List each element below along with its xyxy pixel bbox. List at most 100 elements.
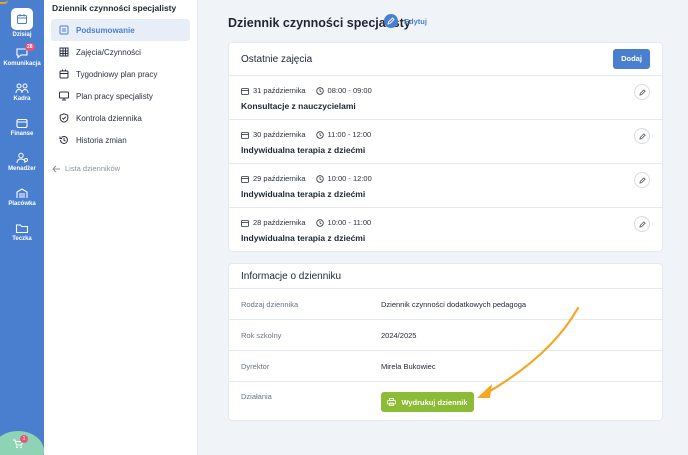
session-date: 30 października — [253, 130, 306, 139]
monitor-icon — [59, 91, 69, 101]
pencil-icon — [638, 132, 646, 140]
calendar-icon — [17, 14, 27, 24]
summary-icon — [59, 25, 69, 35]
session-date: 29 października — [253, 174, 306, 183]
rail-item-finanse[interactable]: Finanse — [0, 117, 44, 137]
corner-accent — [0, 0, 8, 4]
rail-item-kadra[interactable]: Kadra — [0, 82, 44, 102]
info-label: Rodzaj dziennika — [241, 300, 299, 309]
card-title: Informacje o dzienniku — [241, 271, 342, 282]
session-title: Indywidualna terapia z dziećmi — [241, 189, 366, 199]
info-row: Rodzaj dziennika Dziennik czynności doda… — [229, 289, 662, 320]
shield-check-icon — [59, 113, 69, 123]
printer-icon — [387, 398, 397, 406]
edit-session-button[interactable] — [634, 128, 650, 144]
pencil-icon — [387, 17, 395, 25]
building-icon — [16, 188, 28, 198]
session-item[interactable]: 31 października 08:00 - 09:00 Konsultacj… — [229, 76, 662, 120]
edit-icon-circle — [384, 14, 398, 28]
sidebar-item-tygodniowy-plan[interactable]: Tygodniowy plan pracy — [51, 63, 190, 85]
calendar-icon — [241, 87, 249, 95]
sidebar-item-label: Plan pracy specjalisty — [76, 91, 153, 101]
info-value: Dziennik czynności dodatkowych pedagoga — [381, 300, 527, 309]
calendar-icon — [241, 219, 249, 227]
sidebar-item-kontrola[interactable]: Kontrola dziennika — [51, 107, 190, 129]
add-button[interactable]: Dodaj — [613, 49, 650, 69]
session-title: Konsultacje z nauczycielami — [241, 101, 356, 111]
session-meta: 31 października 08:00 - 09:00 — [241, 86, 372, 95]
rail-label: Dzisiaj — [12, 32, 32, 38]
session-item[interactable]: 28 października 10:00 - 11:00 Indywidual… — [229, 208, 662, 252]
rail-label: Finanse — [10, 131, 34, 137]
edit-button[interactable]: Edytuj — [384, 14, 427, 28]
info-label: Rok szkolny — [241, 331, 282, 340]
info-label: Działania — [241, 392, 272, 401]
card-title: Ostatnie zajęcia — [241, 54, 313, 65]
edit-label: Edytuj — [404, 16, 427, 26]
cart-badge: 1 — [20, 435, 28, 443]
session-date: 28 października — [253, 218, 306, 227]
manager-icon — [16, 152, 28, 164]
sidebar-item-label: Zajęcia/Czynności — [76, 47, 141, 57]
pencil-icon — [638, 220, 646, 228]
print-journal-button[interactable]: Wydrukuj dziennik — [381, 392, 474, 412]
info-value: Mirela Bukowiec — [381, 362, 436, 371]
calendar-icon — [59, 69, 69, 79]
pencil-icon — [638, 88, 646, 96]
session-meta: 28 października 10:00 - 11:00 — [241, 218, 371, 227]
main-content: Dziennik czynności specjalisty Edytuj Os… — [198, 0, 688, 455]
edit-session-button[interactable] — [634, 84, 650, 100]
rail-item-menadzer[interactable]: Menadżer — [0, 152, 44, 172]
card-header: Ostatnie zajęcia Dodaj — [229, 43, 662, 76]
folder-icon — [15, 224, 29, 234]
session-title: Indywidualna terapia z dziećmi — [241, 233, 366, 243]
rail-item-komunikacja[interactable]: 28 Komunikacja — [0, 43, 44, 67]
edit-session-button[interactable] — [634, 172, 650, 188]
session-item[interactable]: 29 października 10:00 - 12:00 Indywidual… — [229, 164, 662, 208]
info-label: Dyrektor — [241, 362, 270, 371]
pencil-icon — [638, 176, 646, 184]
sidebar-item-zajecia[interactable]: Zajęcia/Czynności — [51, 41, 190, 63]
sidebar-item-label: Historia zmian — [76, 135, 127, 145]
back-arrow-icon — [52, 165, 60, 172]
session-date: 31 października — [253, 86, 306, 95]
rail-item-placowka[interactable]: Placówka — [0, 187, 44, 207]
card-header: Informacje o dzienniku — [229, 264, 662, 289]
clock-icon — [315, 86, 324, 95]
session-time: 10:00 - 11:00 — [327, 218, 372, 227]
sidebar-item-historia[interactable]: Historia zmian — [51, 129, 190, 151]
session-item[interactable]: 30 października 11:00 - 12:00 Indywidual… — [229, 120, 662, 164]
info-value: 2024/2025 — [381, 331, 417, 340]
print-label: Wydrukuj dziennik — [401, 397, 468, 407]
calendar-icon — [241, 175, 249, 183]
rail-label: Menadżer — [8, 166, 36, 172]
info-row: Dyrektor Mirela Bukowiec — [229, 351, 662, 382]
journal-sidebar: Dziennik czynności specjalisty Podsumowa… — [44, 0, 198, 455]
sidebar-item-label: Kontrola dziennika — [76, 113, 142, 123]
back-link-label: Lista dzienników — [65, 164, 121, 173]
info-row: Rok szkolny 2024/2025 — [229, 320, 662, 351]
rail-label: Teczka — [12, 236, 32, 242]
sidebar-title: Dziennik czynności specjalisty — [52, 3, 177, 13]
recent-sessions-card: Ostatnie zajęcia Dodaj 31 października 0… — [228, 42, 663, 252]
session-time: 11:00 - 12:00 — [327, 130, 372, 139]
back-to-list-link[interactable]: Lista dzienników — [52, 164, 120, 173]
edit-session-button[interactable] — [634, 216, 650, 232]
notification-badge: 28 — [25, 43, 35, 51]
rail-label: Komunikacja — [3, 61, 41, 67]
history-icon — [59, 135, 68, 144]
session-meta: 29 października 10:00 - 12:00 — [241, 174, 372, 183]
rail-item-teczka[interactable]: Teczka — [0, 222, 44, 242]
session-meta: 30 października 11:00 - 12:00 — [241, 130, 371, 139]
sidebar-item-label: Tygodniowy plan pracy — [76, 69, 158, 79]
rail-label: Placówka — [8, 201, 36, 207]
sidebar-item-plan-pracy[interactable]: Plan pracy specjalisty — [51, 85, 190, 107]
session-time: 10:00 - 12:00 — [327, 174, 372, 183]
wallet-icon — [16, 118, 28, 129]
people-icon — [15, 83, 29, 94]
sidebar-item-podsumowanie[interactable]: Podsumowanie — [51, 19, 190, 41]
app-rail: Dzisiaj 28 Komunikacja Kadra Finanse Men… — [0, 0, 44, 455]
session-title: Indywidualna terapia z dziećmi — [241, 145, 366, 155]
rail-item-dzisiaj[interactable]: Dzisiaj — [0, 8, 44, 38]
calendar-icon — [241, 131, 249, 139]
